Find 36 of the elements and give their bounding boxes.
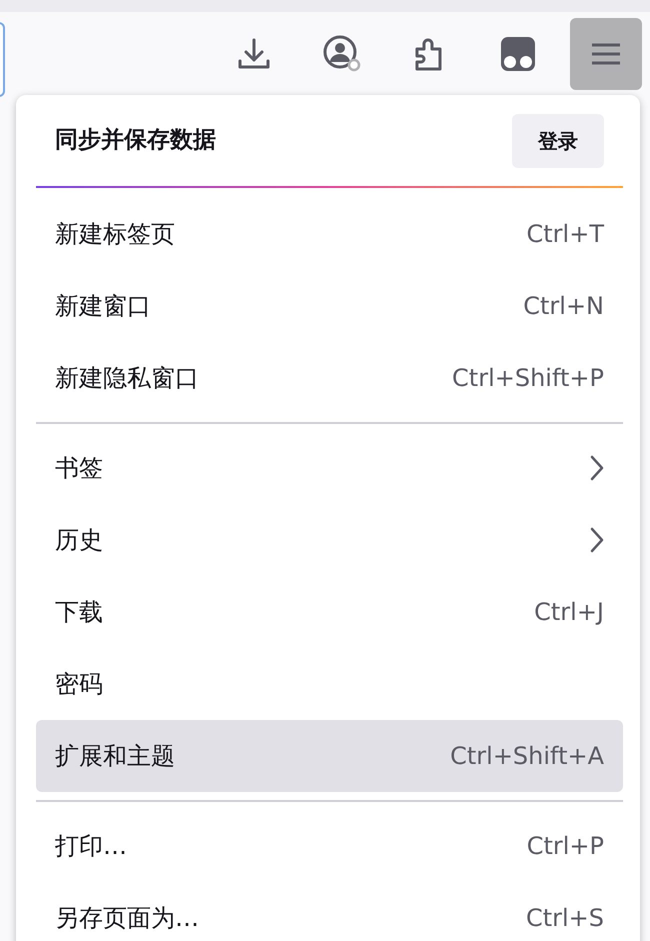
shortcut-label: Ctrl+T [526, 219, 604, 250]
shortcut-label: Ctrl+S [526, 903, 604, 934]
menu-item[interactable]: 新建窗口 Ctrl+N [36, 270, 623, 342]
shortcut-label: Ctrl+P [526, 831, 604, 862]
menu-item[interactable]: 新建隐私窗口 Ctrl+Shift+P [36, 342, 623, 414]
menu-item[interactable]: 历史 [36, 504, 623, 576]
menu-button[interactable] [570, 18, 642, 90]
menu-item[interactable]: 书签 [36, 432, 623, 504]
menu-item[interactable]: 扩展和主题 Ctrl+Shift+A [36, 720, 623, 792]
menu-item[interactable]: 另存页面为… Ctrl+S [36, 882, 623, 941]
menu-item-label: 扩展和主题 [55, 741, 175, 772]
sync-heading: 同步并保存数据 [55, 126, 216, 156]
menu-item-label: 新建隐私窗口 [55, 363, 199, 394]
shortcut-label: Ctrl+Shift+A [450, 741, 604, 772]
menu-icon [591, 42, 621, 66]
chevron-right-icon [590, 455, 604, 481]
shortcut-label: Ctrl+Shift+P [452, 363, 604, 394]
shortcut-label: Ctrl+J [534, 597, 604, 628]
menu-item-label: 新建标签页 [55, 219, 175, 250]
menu-item[interactable]: 密码 [36, 648, 623, 720]
menu-item[interactable]: 新建标签页 Ctrl+T [36, 198, 623, 270]
download-icon [237, 36, 271, 70]
menu-item-label: 打印… [55, 831, 127, 862]
menu-item-label: 密码 [55, 669, 103, 700]
chevron-right-icon [590, 527, 604, 553]
menu-item[interactable]: 打印… Ctrl+P [36, 810, 623, 882]
menu-item-label: 新建窗口 [55, 291, 151, 322]
menu-item[interactable]: 下载 Ctrl+J [36, 576, 623, 648]
menu-item-label: 另存页面为… [55, 903, 199, 934]
menu-item-label: 历史 [55, 525, 103, 556]
menu-item-label: 书签 [55, 453, 103, 484]
shortcut-label: Ctrl+N [523, 291, 604, 322]
addon-icon [500, 36, 536, 72]
account-icon [322, 34, 362, 74]
sign-in-button[interactable]: 登录 [512, 114, 604, 168]
menu-item-label: 下载 [55, 597, 103, 628]
